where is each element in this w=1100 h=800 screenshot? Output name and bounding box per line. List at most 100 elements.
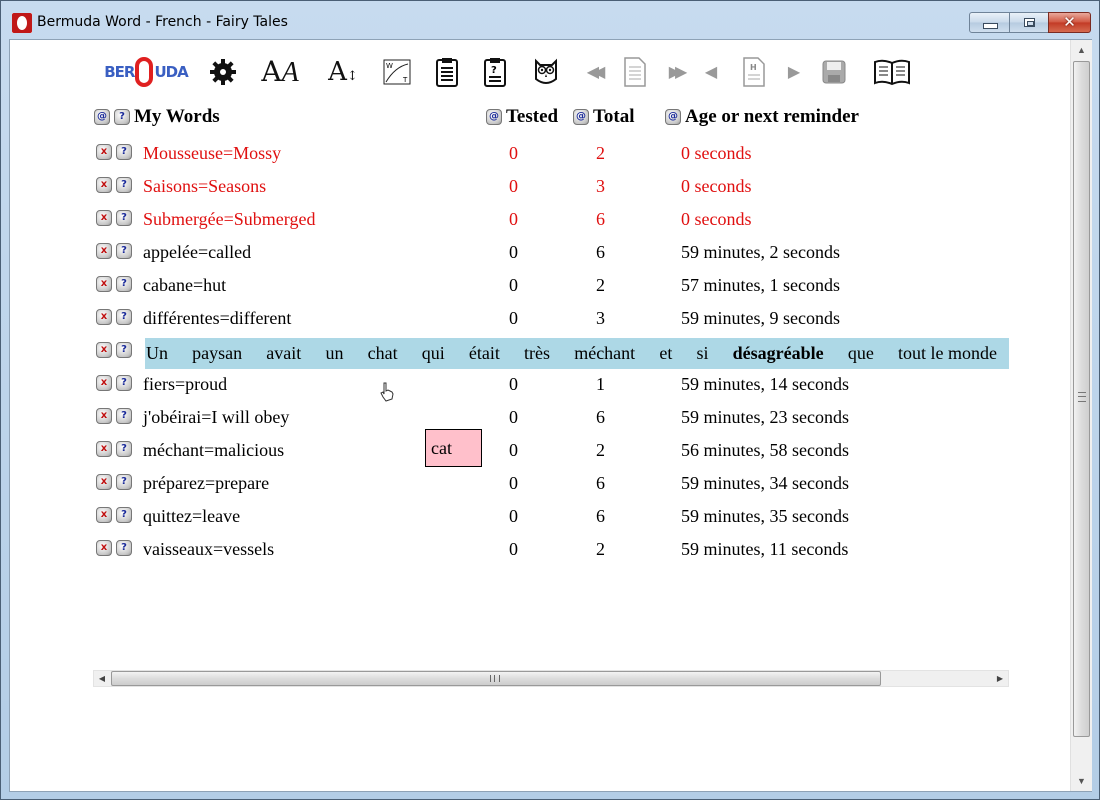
- sentence-word[interactable]: méchant: [574, 343, 635, 364]
- rewind-button[interactable]: ◀◀: [580, 54, 606, 90]
- sentence-word[interactable]: un: [325, 343, 343, 364]
- age-reminder: 59 minutes, 35 seconds: [681, 506, 849, 526]
- save-button[interactable]: [820, 54, 848, 90]
- delete-word-button[interactable]: x: [96, 309, 112, 325]
- sentence-word[interactable]: si: [697, 343, 709, 364]
- age-reminder: 59 minutes, 34 seconds: [681, 473, 849, 493]
- scroll-down-icon[interactable]: ▼: [1071, 771, 1092, 791]
- close-button[interactable]: ✕: [1048, 12, 1091, 33]
- grip-icon: [490, 675, 500, 682]
- horizontal-scroll-thumb[interactable]: [111, 671, 881, 686]
- help-word-button[interactable]: ?: [116, 243, 132, 259]
- sentence-word[interactable]: que: [848, 343, 874, 364]
- fast-forward-icon: ▶▶: [668, 64, 687, 81]
- help-word-button[interactable]: ?: [116, 474, 132, 490]
- delete-sentence-button[interactable]: x: [96, 342, 112, 358]
- help-word-button[interactable]: ?: [116, 375, 132, 391]
- header-page-button[interactable]: H: [741, 54, 767, 90]
- scroll-right-icon[interactable]: ▶: [992, 671, 1008, 686]
- delete-word-button[interactable]: x: [96, 177, 112, 193]
- sentence-word[interactable]: avait: [266, 343, 301, 364]
- word-pair[interactable]: vaisseaux=vessels: [143, 539, 274, 560]
- word-pair[interactable]: préparez=prepare: [143, 473, 269, 494]
- sort-tested-button[interactable]: @: [486, 109, 502, 125]
- sentence-word[interactable]: chat: [368, 343, 398, 364]
- svg-text:W: W: [386, 62, 393, 70]
- sentence-word[interactable]: paysan: [192, 343, 242, 364]
- word-pair[interactable]: Submergée=Submerged: [143, 209, 315, 230]
- help-word-button[interactable]: ?: [116, 210, 132, 226]
- help-word-button[interactable]: ?: [116, 408, 132, 424]
- delete-word-button[interactable]: x: [96, 441, 112, 457]
- total-count: 3: [596, 176, 605, 196]
- delete-word-button[interactable]: x: [96, 408, 112, 424]
- word-pair[interactable]: appelée=called: [143, 242, 251, 263]
- document-icon: [624, 57, 646, 87]
- help-word-button[interactable]: ?: [116, 276, 132, 292]
- word-pair[interactable]: méchant=malicious: [143, 440, 284, 461]
- vertical-scroll-thumb[interactable]: [1073, 61, 1090, 737]
- help-sentence-button[interactable]: ?: [116, 342, 132, 358]
- tested-count: 0: [509, 440, 518, 460]
- tested-count: 0: [509, 275, 518, 295]
- fast-forward-button[interactable]: ▶▶: [662, 54, 688, 90]
- word-pair[interactable]: quittez=leave: [143, 506, 240, 527]
- sentence-word[interactable]: était: [469, 343, 500, 364]
- page-button[interactable]: [622, 54, 648, 90]
- help-word-button[interactable]: ?: [116, 441, 132, 457]
- word-pair[interactable]: fiers=proud: [143, 374, 227, 395]
- minimize-button[interactable]: [969, 12, 1010, 33]
- delete-word-button[interactable]: x: [96, 507, 112, 523]
- sort-total-button[interactable]: @: [573, 109, 589, 125]
- graph-button[interactable]: WT: [381, 54, 413, 90]
- maximize-icon: [1024, 18, 1035, 27]
- previous-button[interactable]: ◀: [701, 54, 721, 90]
- owl-button[interactable]: [531, 54, 561, 90]
- book-button[interactable]: [872, 54, 912, 90]
- word-pair[interactable]: différentes=different: [143, 308, 291, 329]
- sentence-word[interactable]: tout le monde: [898, 343, 997, 364]
- logo-text-right: UDA: [154, 63, 188, 81]
- sentence-word[interactable]: qui: [422, 343, 445, 364]
- word-pair[interactable]: cabane=hut: [143, 275, 226, 296]
- bermuda-word-logo[interactable]: BER UDA: [98, 54, 194, 90]
- scroll-up-icon[interactable]: ▲: [1071, 40, 1092, 60]
- sentence-word[interactable]: désagréable: [733, 343, 824, 364]
- sentence-word[interactable]: très: [524, 343, 550, 364]
- help-word-button[interactable]: ?: [116, 507, 132, 523]
- help-word-button[interactable]: ?: [116, 177, 132, 193]
- settings-button[interactable]: [208, 54, 238, 90]
- scroll-left-icon[interactable]: ◀: [94, 671, 110, 686]
- horizontal-scrollbar[interactable]: ◀ ▶: [93, 670, 1009, 687]
- word-pair[interactable]: Mousseuse=Mossy: [143, 143, 281, 164]
- vertical-scrollbar[interactable]: ▲ ▼: [1070, 40, 1092, 791]
- bermuda-app-icon: [12, 13, 32, 33]
- delete-word-button[interactable]: x: [96, 144, 112, 160]
- word-pair[interactable]: Saisons=Seasons: [143, 176, 266, 197]
- delete-word-button[interactable]: x: [96, 375, 112, 391]
- maximize-button[interactable]: [1009, 12, 1049, 33]
- delete-word-button[interactable]: x: [96, 243, 112, 259]
- next-button[interactable]: ▶: [784, 54, 804, 90]
- font-style-button[interactable]: AA: [258, 54, 302, 90]
- sentence-word[interactable]: et: [659, 343, 672, 364]
- delete-word-button[interactable]: x: [96, 210, 112, 226]
- help-word-button[interactable]: ?: [116, 540, 132, 556]
- total-count: 6: [596, 473, 605, 493]
- delete-word-button[interactable]: x: [96, 276, 112, 292]
- sort-my-words-button[interactable]: @: [94, 109, 110, 125]
- sort-age-button[interactable]: @: [665, 109, 681, 125]
- total-count: 2: [596, 275, 605, 295]
- sentence-word[interactable]: Un: [146, 343, 168, 364]
- help-word-button[interactable]: ?: [116, 309, 132, 325]
- font-size-button[interactable]: A↕: [323, 54, 363, 90]
- title-bar[interactable]: Bermuda Word - French - Fairy Tales ✕: [1, 1, 1100, 39]
- delete-word-button[interactable]: x: [96, 540, 112, 556]
- delete-word-button[interactable]: x: [96, 474, 112, 490]
- help-word-button[interactable]: ?: [116, 144, 132, 160]
- help-my-words-button[interactable]: ?: [114, 109, 130, 125]
- quiz-button[interactable]: ?: [481, 54, 509, 90]
- word-pair[interactable]: j'obéirai=I will obey: [143, 407, 289, 428]
- context-sentence[interactable]: Un paysan avait un chat qui était très méchant et…: [145, 338, 1009, 369]
- word-list-button[interactable]: [433, 54, 461, 90]
